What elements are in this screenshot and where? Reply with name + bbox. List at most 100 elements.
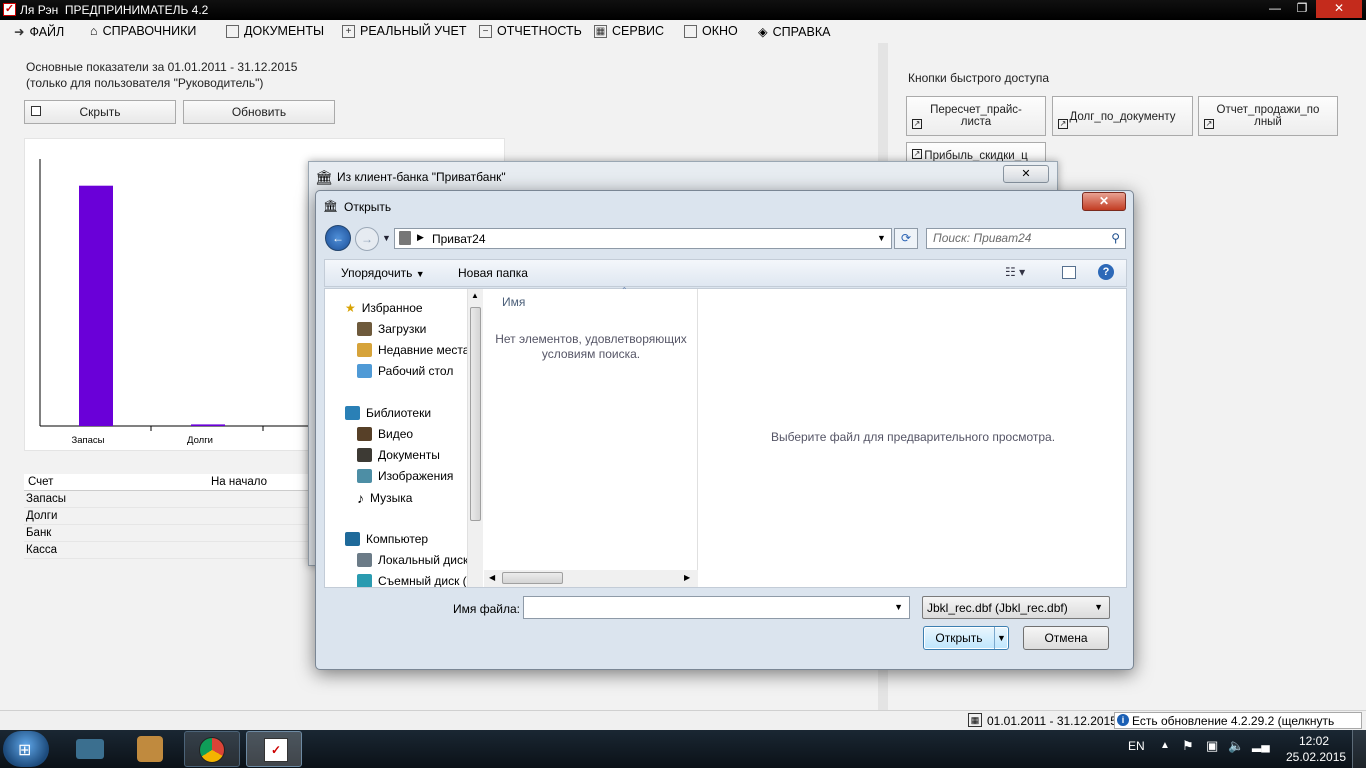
organize-button[interactable]: Упорядочить ▼ [341,266,425,280]
x-tick-label: Запасы [71,435,104,446]
sort-chevron-icon: ⌃ [621,286,628,295]
table-row[interactable]: Запасы [24,491,309,508]
dialog-content: ★ Избранное Загрузки Недавние места Рабоч… [324,286,1127,588]
menu-real-accounting[interactable]: + РЕАЛЬНЫЙ УЧЕТ [342,24,467,38]
nav-downloads[interactable]: Загрузки [357,322,426,336]
menu-real-accounting-label: РЕАЛЬНЫЙ УЧЕТ [360,24,467,38]
nav-documents[interactable]: Документы [357,448,440,462]
bank-dialog-close-button[interactable]: ✕ [1003,165,1049,183]
nav-label: Недавние места [378,343,470,357]
clock-date[interactable]: 25.02.2015 [1286,750,1346,764]
navigation-pane: ★ Избранное Загрузки Недавние места Рабоч… [325,289,483,587]
quick-button-sales-report[interactable]: ↗ Отчет_продажи_по лный [1198,96,1338,136]
app-title: Ля Рэн ПРЕДПРИНИМАТЕЛЬ 4.2 [20,3,209,17]
menu-service[interactable]: ▦ СЕРВИС [594,24,664,38]
start-button[interactable]: ⊞ [3,731,49,767]
refresh-button[interactable]: Обновить [183,100,335,124]
nav-music[interactable]: ♪ Музыка [357,490,412,506]
address-dropdown-icon[interactable]: ▼ [877,233,886,243]
folder-icon [399,231,411,245]
menu-documents[interactable]: ДОКУМЕНТЫ [226,24,324,38]
language-indicator[interactable]: EN [1128,739,1145,753]
preview-pane-icon[interactable] [1062,266,1076,279]
open-options-chevron-icon[interactable]: ▼ [994,627,1008,649]
help-icon[interactable]: ? [1098,264,1114,280]
taskbar: ⊞ ✓ EN ▲ ⚑ ▣ 🔈 ▂▄ 12:02 25.02.2015 [0,730,1366,768]
open-button[interactable]: Открыть ▼ [923,626,1009,650]
minimize-button[interactable]: — [1262,0,1288,18]
tray-expand-icon[interactable]: ▲ [1160,740,1170,751]
menu-help[interactable]: ◈ СПРАВКА [758,24,830,40]
header-account: Счет [28,476,54,488]
nav-images[interactable]: Изображения [357,469,453,483]
update-notice[interactable]: i Есть обновление 4.2.29.2 (щелкнуть зде… [1114,712,1362,742]
search-icon: ⚲ [1111,231,1120,245]
quick-button-price-recalc[interactable]: ↗ Пересчет_прайс- листа [906,96,1046,136]
taskbar-app-lyaren[interactable]: ✓ [246,731,302,767]
nav-libraries[interactable]: Библиотеки [345,406,431,420]
menu-bar: ➜ ФАЙЛ ⌂ СПРАВОЧНИКИ ДОКУМЕНТЫ + РЕАЛЬНЫЙ У… [0,21,1366,43]
list-scrollbar-thumb[interactable] [502,572,563,584]
forward-arrow-icon[interactable]: → [355,227,379,251]
nav-scrollbar[interactable]: ▲ [467,289,483,587]
taskbar-app-printer[interactable] [62,731,118,767]
scroll-up-icon[interactable]: ▲ [471,291,479,300]
maximize-button[interactable]: ❐ [1289,0,1315,18]
menu-window[interactable]: ОКНО [684,24,738,38]
column-header-name[interactable]: Имя [502,295,525,309]
cancel-button[interactable]: Отмена [1023,626,1109,650]
menu-directories[interactable]: ⌂ СПРАВОЧНИКИ [90,24,196,38]
nav-removable-disk[interactable]: Съемный диск ( [357,574,467,587]
nav-computer[interactable]: Компьютер [345,532,428,546]
menu-window-label: ОКНО [702,24,738,38]
taskbar-app-people[interactable] [123,731,179,767]
flag-icon[interactable]: ⚑ [1182,738,1194,754]
file-type-dropdown-icon: ▼ [1094,602,1103,612]
accounts-table: Счет На начало Запасы Долги Банк Касса [24,474,309,559]
menu-file[interactable]: ➜ ФАЙЛ [14,24,64,40]
nav-video[interactable]: Видео [357,427,413,441]
open-dialog-close-button[interactable]: ✕ [1082,192,1126,211]
hide-button[interactable]: Скрыть [24,100,176,124]
view-options-icon[interactable]: ☷ ▾ [1005,265,1025,279]
nav-local-disk[interactable]: Локальный диск [357,553,468,567]
nav-desktop[interactable]: Рабочий стол [357,364,453,378]
nav-scrollbar-thumb[interactable] [470,307,481,521]
organize-label: Упорядочить [341,266,413,280]
scroll-right-icon[interactable]: ▶ [684,573,690,582]
table-row[interactable]: Касса [24,542,309,559]
table-row[interactable]: Долги [24,508,309,525]
filename-dropdown-icon[interactable]: ▼ [894,602,903,612]
search-placeholder: Поиск: Приват24 [933,231,1032,245]
menu-reports[interactable]: − ОТЧЕТНОСТЬ [479,24,582,38]
quick-button-debt-by-document[interactable]: ↗ Долг_по_документу [1052,96,1193,136]
scroll-left-icon[interactable]: ◀ [489,573,495,582]
search-input[interactable]: Поиск: Приват24 ⚲ [926,228,1126,249]
back-arrow-icon[interactable]: ← [325,225,351,251]
close-button[interactable]: ✕ [1316,0,1362,18]
list-horizontal-scrollbar[interactable]: ◀ ▶ [484,570,698,587]
shortcut-icon: ↗ [912,149,922,159]
volume-icon[interactable]: 🔈 [1228,738,1244,754]
filename-input[interactable]: ▼ [523,596,910,619]
header-opening: На начало [211,476,268,488]
nav-favorites[interactable]: ★ Избранное [345,301,423,315]
downloads-icon [357,322,372,336]
file-type-select[interactable]: Jbkl_rec.dbf (Jbkl_rec.dbf) ▼ [922,596,1110,619]
nav-label: Компьютер [366,532,429,546]
network-icon[interactable]: ▣ [1206,738,1218,754]
status-period[interactable]: 01.01.2011 - 31.12.2015 [987,714,1117,728]
star-icon: ★ [345,301,356,315]
history-chevron-icon[interactable]: ▼ [382,233,391,243]
new-folder-button[interactable]: Новая папка [458,266,528,280]
address-bar[interactable]: ▶ Приват24 ▼ [394,228,892,249]
nav-label: Музыка [370,491,413,505]
refresh-icon[interactable]: ⟳ [894,228,918,249]
info-icon: i [1117,714,1129,726]
show-desktop-button[interactable] [1352,730,1366,768]
clock-time[interactable]: 12:02 [1299,734,1329,748]
nav-recent[interactable]: Недавние места [357,343,469,357]
taskbar-app-chrome[interactable] [184,731,240,767]
signal-icon[interactable]: ▂▄ [1252,738,1270,752]
table-row[interactable]: Банк [24,525,309,542]
